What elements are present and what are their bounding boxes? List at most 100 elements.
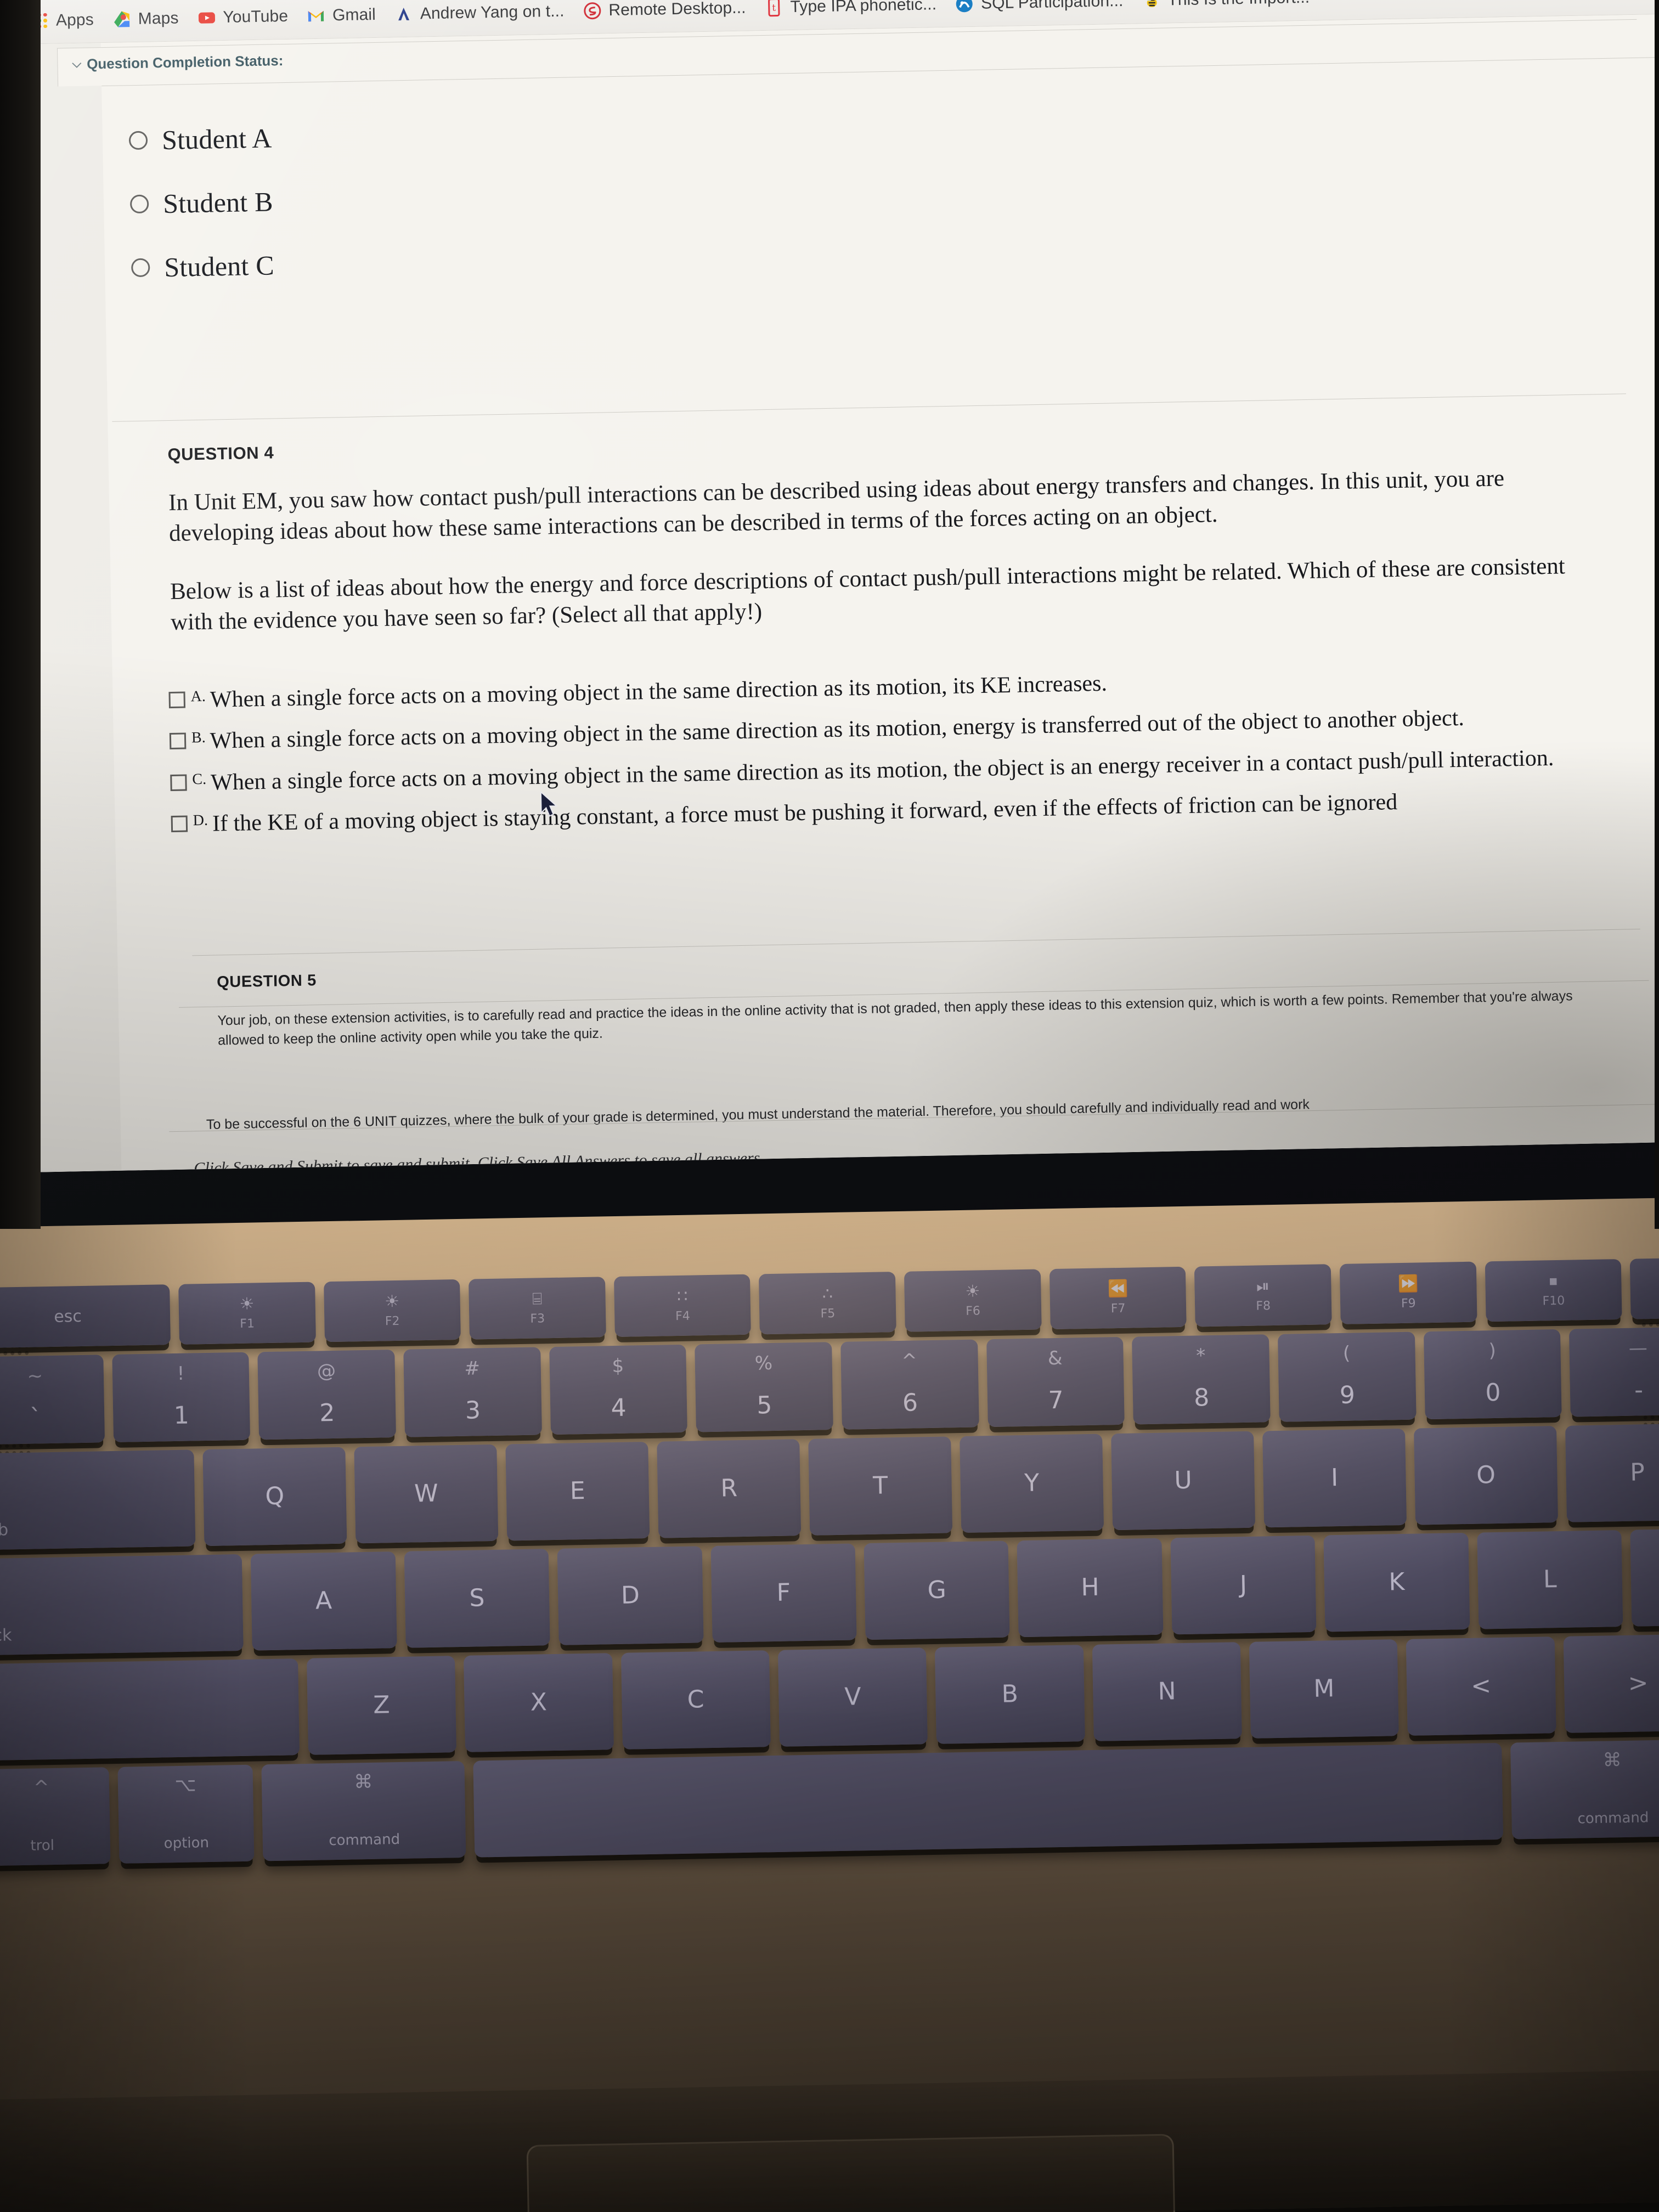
key-f4[interactable]: ∷ F4: [613, 1274, 752, 1338]
key-f10[interactable]: ⏹ F10: [1485, 1259, 1622, 1322]
key-a[interactable]: A: [250, 1551, 397, 1651]
key-n[interactable]: N: [1092, 1642, 1242, 1741]
key-u[interactable]: U: [1111, 1431, 1256, 1531]
key-d[interactable]: D: [557, 1546, 704, 1645]
key-8[interactable]: * 8: [1132, 1334, 1271, 1425]
key-label: 6: [902, 1389, 918, 1417]
key-b[interactable]: B: [935, 1645, 1085, 1744]
key-l[interactable]: L: [1477, 1530, 1623, 1629]
key-control[interactable]: ^ trol: [0, 1767, 111, 1866]
bookmark-sql-participation[interactable]: SQL Participation...: [947, 0, 1135, 16]
rewind-icon: ⏪: [1107, 1279, 1128, 1299]
key-f[interactable]: F: [710, 1543, 857, 1643]
key-label: I: [1330, 1464, 1339, 1492]
key-y[interactable]: Y: [960, 1434, 1104, 1533]
question-4-paragraph-1: In Unit EM, you saw how contact push/pul…: [168, 465, 1505, 546]
key-f8[interactable]: ⏯ F8: [1194, 1264, 1332, 1327]
key-f9[interactable]: ⏩ F9: [1339, 1261, 1477, 1324]
radio-student-a[interactable]: Student A: [128, 122, 272, 156]
key-t[interactable]: T: [808, 1436, 953, 1536]
key-label: F2: [385, 1314, 400, 1329]
key-label: 0: [1485, 1378, 1501, 1407]
key-comma[interactable]: <: [1406, 1637, 1556, 1736]
bookmark-label: Gmail: [332, 5, 376, 24]
checkbox[interactable]: [169, 732, 187, 750]
bookmark-maps[interactable]: Maps: [104, 5, 190, 32]
key-6[interactable]: ^ 6: [840, 1339, 979, 1430]
bookmark-gmail[interactable]: Gmail: [299, 2, 387, 29]
key-f6[interactable]: ☀ F6: [904, 1269, 1042, 1332]
key-o[interactable]: O: [1414, 1426, 1559, 1525]
trackpad[interactable]: [526, 2134, 1176, 2212]
key-p[interactable]: P: [1565, 1423, 1659, 1522]
radio-student-c[interactable]: Student C: [131, 249, 274, 284]
key-command-right[interactable]: ⌘ command: [1510, 1739, 1659, 1839]
key-5[interactable]: % 5: [695, 1342, 833, 1432]
radio-student-b[interactable]: Student B: [129, 185, 273, 220]
key-4[interactable]: $ 4: [549, 1344, 688, 1435]
checkbox[interactable]: [168, 691, 186, 709]
key-command-left[interactable]: ⌘ command: [261, 1760, 466, 1861]
radio-button[interactable]: [129, 194, 149, 214]
key-1[interactable]: ! 1: [111, 1352, 251, 1442]
bookmark-this-is-the-import[interactable]: This Is the Import...: [1134, 0, 1321, 13]
key-label: E: [569, 1476, 586, 1505]
key-caps-lock[interactable]: ock: [0, 1554, 244, 1656]
play-pause-icon: ⏯: [1256, 1277, 1270, 1296]
radio-button[interactable]: [131, 258, 150, 278]
bookmark-label: YouTube: [223, 7, 289, 26]
key-f7[interactable]: ⏪ F7: [1049, 1266, 1187, 1330]
key-label: 4: [611, 1393, 627, 1423]
key-backtick[interactable]: ~ `: [0, 1355, 105, 1445]
checkbox[interactable]: [170, 774, 187, 791]
key-2[interactable]: @ 2: [257, 1350, 397, 1440]
key-label: F10: [1542, 1294, 1565, 1308]
key-f2[interactable]: ☀ F2: [323, 1279, 461, 1342]
key-9[interactable]: ( 9: [1278, 1331, 1417, 1422]
bookmark-label: Andrew Yang on t...: [420, 2, 565, 22]
key-s[interactable]: S: [404, 1549, 550, 1648]
key-k[interactable]: K: [1323, 1532, 1470, 1632]
key-f11-partial[interactable]: [1629, 1257, 1659, 1319]
bookmark-remote-desktop[interactable]: Remote Desktop...: [575, 0, 757, 24]
key-period[interactable]: >: [1563, 1634, 1659, 1733]
key-v[interactable]: V: [777, 1647, 928, 1747]
key-q[interactable]: Q: [202, 1447, 347, 1547]
key-tab[interactable]: tab: [0, 1449, 196, 1550]
key-j[interactable]: J: [1170, 1535, 1317, 1635]
key-label: U: [1174, 1466, 1193, 1495]
laptop-screen-assembly: Apps Maps YouTube Gmail Andrew Yang on t…: [0, 0, 1659, 1239]
bookmark-type-ipa[interactable]: t Type IPA phonetic...: [757, 0, 947, 20]
key-3[interactable]: # 3: [403, 1347, 542, 1437]
bookmark-youtube[interactable]: YouTube: [189, 3, 299, 31]
key-x[interactable]: X: [464, 1653, 614, 1752]
checkbox[interactable]: [171, 815, 188, 833]
key-h[interactable]: H: [1017, 1538, 1164, 1638]
bookmark-andrew-yang[interactable]: Andrew Yang on t...: [386, 0, 575, 27]
key-shift-left[interactable]: [0, 1658, 300, 1761]
key-esc[interactable]: esc: [0, 1284, 171, 1348]
key-label: V: [844, 1683, 861, 1711]
key-f5[interactable]: ∴ F5: [759, 1272, 896, 1335]
photo-right-shadow: [1655, 0, 1659, 1229]
key-7[interactable]: & 7: [986, 1336, 1125, 1427]
radio-button[interactable]: [128, 131, 148, 150]
key-i[interactable]: I: [1262, 1428, 1407, 1528]
chevron-down-icon[interactable]: ⌵: [72, 56, 81, 70]
key-f1[interactable]: ☀ F1: [178, 1282, 316, 1345]
key-semicolon-partial[interactable]: [1630, 1528, 1659, 1627]
key-e[interactable]: E: [505, 1441, 650, 1541]
key-space[interactable]: [473, 1742, 1504, 1858]
key-f3[interactable]: ⌸ F3: [469, 1277, 606, 1340]
mute-icon: ⏹: [1549, 1272, 1558, 1291]
key-r[interactable]: R: [657, 1439, 802, 1538]
key-option[interactable]: ⌥ option: [117, 1764, 255, 1864]
key-m[interactable]: M: [1249, 1639, 1400, 1739]
key-minus[interactable]: — -: [1569, 1327, 1659, 1417]
key-c[interactable]: C: [620, 1650, 771, 1750]
key-w[interactable]: W: [354, 1444, 499, 1544]
key-z[interactable]: Z: [306, 1656, 457, 1755]
key-g[interactable]: G: [864, 1541, 1010, 1640]
keyboard-a-row: ock A S D F G H J K L: [0, 1528, 1659, 1656]
key-0[interactable]: ) 0: [1423, 1329, 1562, 1420]
